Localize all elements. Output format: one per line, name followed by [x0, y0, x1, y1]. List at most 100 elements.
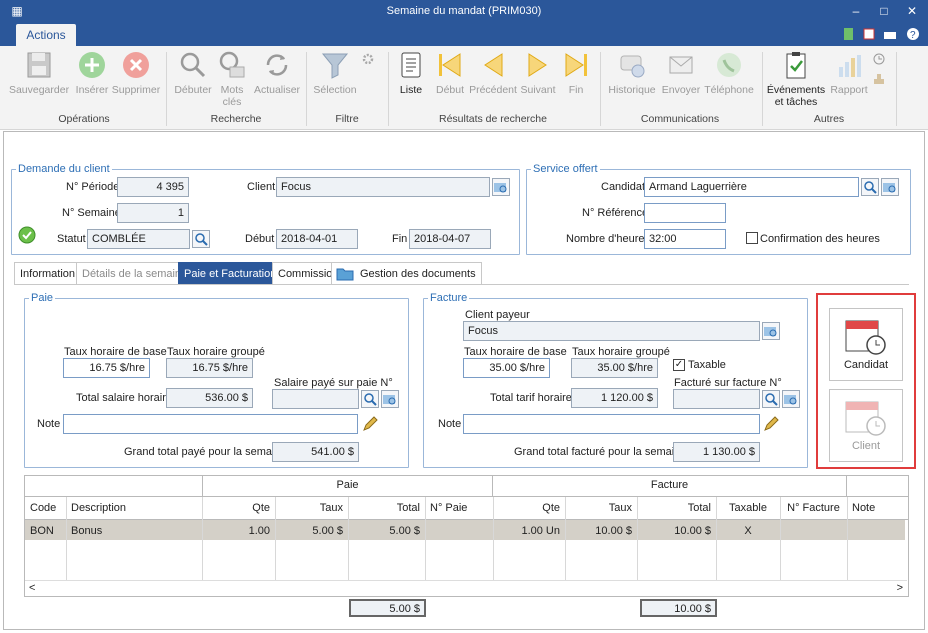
column-divider	[275, 497, 276, 580]
candidate-field[interactable]: Armand Laguerrière	[644, 177, 859, 197]
table-cell: 5.00 $	[389, 525, 420, 537]
column-header: Taxable	[729, 502, 767, 514]
invoice-legend: Facture	[428, 292, 470, 304]
week-field[interactable]: 1	[117, 203, 189, 223]
window-title: Semaine du mandat (PRIM030)	[386, 5, 542, 17]
history-button[interactable]: Historique	[606, 50, 658, 96]
clock-icon[interactable]	[872, 52, 886, 66]
pay-grand-total-field[interactable]: 541.00 $	[272, 442, 359, 462]
selection-button[interactable]: Sélection	[310, 50, 360, 96]
pay-paid-on-field[interactable]	[272, 389, 359, 409]
period-field[interactable]: 4 395	[117, 177, 189, 197]
history-chat-icon	[620, 55, 645, 78]
gear-icon[interactable]	[361, 52, 375, 66]
calendar-icon	[863, 28, 875, 40]
column-divider	[637, 497, 638, 580]
payer-field[interactable]: Focus	[463, 321, 760, 341]
events-tasks-button[interactable]: Événements et tâches	[766, 50, 826, 108]
confirm-hours-checkbox[interactable]	[746, 232, 758, 244]
hours-field[interactable]: 32:00	[644, 229, 726, 249]
status-field[interactable]: COMBLÉE	[87, 229, 190, 249]
phone-button[interactable]: Téléphone	[700, 50, 758, 96]
candidate-lookup-button[interactable]	[881, 178, 899, 196]
send-button[interactable]: Envoyer	[660, 50, 702, 96]
invoice-note-label: Note	[438, 418, 462, 430]
client-field[interactable]: Focus	[276, 177, 490, 197]
title-bar: Semaine du mandat (PRIM030) ▦ – □ ✕	[0, 0, 928, 22]
tab-baseline	[14, 284, 909, 285]
client-tile-button[interactable]: Client	[829, 389, 903, 462]
payer-lookup-button[interactable]	[762, 322, 780, 340]
tab-actions[interactable]: Actions	[16, 24, 76, 46]
delete-button[interactable]: Supprimer	[110, 50, 162, 96]
pay-group-rate-field[interactable]: 16.75 $/hre	[166, 358, 253, 378]
end-date-field[interactable]: 2018-04-07	[409, 229, 491, 249]
tab-information[interactable]: Information	[14, 262, 82, 284]
pay-note-field[interactable]	[63, 414, 358, 434]
start-search-button[interactable]: Débuter	[172, 50, 214, 96]
service-legend: Service offert	[531, 163, 600, 175]
report-button[interactable]: Rapport	[828, 50, 870, 96]
close-button[interactable]: ✕	[898, 0, 926, 22]
column-divider	[565, 497, 566, 580]
start-date-field[interactable]: 2018-04-01	[276, 229, 358, 249]
stamp-icon[interactable]	[872, 72, 886, 86]
billed-on-search-button[interactable]	[762, 390, 780, 408]
column-divider	[202, 497, 203, 580]
previous-arrow-icon	[484, 53, 503, 77]
delete-icon	[123, 52, 149, 78]
minimize-button[interactable]: –	[842, 0, 870, 22]
invoice-note-field[interactable]	[463, 414, 760, 434]
candidate-tile-button[interactable]: Candidat	[829, 308, 903, 381]
pencil-icon[interactable]	[762, 415, 780, 433]
reference-field[interactable]	[644, 203, 726, 223]
billed-on-field[interactable]	[673, 389, 760, 409]
tab-pay-billing[interactable]: Paie et Facturation	[178, 262, 283, 284]
insert-button[interactable]: Insérer	[72, 50, 112, 96]
invoice-total-field[interactable]: 1 120.00 $	[571, 388, 658, 408]
calendar-clock-icon	[845, 401, 886, 436]
status-check-icon	[18, 226, 36, 244]
pay-total-footer: 5.00 $	[349, 599, 426, 617]
pay-base-rate-field[interactable]: 16.75 $/hre	[63, 358, 150, 378]
invoice-group-rate-field[interactable]: 35.00 $/hre	[571, 358, 658, 378]
refresh-button[interactable]: Actualiser	[252, 50, 302, 96]
pay-paid-on-lookup-button[interactable]	[381, 390, 399, 408]
magnifier-icon	[364, 393, 377, 406]
tab-document-management[interactable]: Gestion des documents	[331, 262, 482, 284]
pay-group-rate-label: Taux horaire groupé	[167, 346, 265, 358]
table-cell: 10.00 $	[595, 525, 632, 537]
pencil-icon[interactable]	[361, 415, 379, 433]
pay-legend: Paie	[29, 292, 56, 304]
phone-icon	[717, 53, 741, 77]
column-divider	[716, 497, 717, 580]
last-button[interactable]: Fin	[558, 50, 594, 96]
first-button[interactable]: Début	[432, 50, 468, 96]
magnifier-icon	[195, 233, 208, 246]
tab-week-details[interactable]: Détails de la semaine	[76, 262, 194, 284]
next-button[interactable]: Suivant	[518, 50, 558, 96]
invoice-base-rate-field[interactable]: 35.00 $/hre	[463, 358, 550, 378]
list-button[interactable]: Liste	[394, 50, 428, 96]
folder-search-icon	[784, 395, 797, 405]
save-button[interactable]: Sauvegarder	[8, 50, 70, 96]
candidate-search-button[interactable]	[861, 178, 879, 196]
column-header: N° Paie	[430, 502, 468, 514]
invoice-grand-total-field[interactable]: 1 130.00 $	[673, 442, 760, 462]
horizontal-scrollbar[interactable]: < >	[25, 580, 907, 596]
table-group-invoice: Facture	[493, 475, 847, 496]
group-label-search: Recherche	[210, 113, 262, 125]
maximize-button[interactable]: □	[870, 0, 898, 22]
invoice-group-rate-label: Taux horaire groupé	[572, 346, 670, 358]
folder-search-icon	[764, 327, 777, 337]
pay-total-field[interactable]: 536.00 $	[166, 388, 253, 408]
keywords-button[interactable]: Mots clés	[214, 50, 250, 108]
pay-paid-on-search-button[interactable]	[361, 390, 379, 408]
folder-search-icon	[494, 183, 507, 193]
reference-label: N° Référence	[582, 207, 649, 219]
client-lookup-button[interactable]	[492, 178, 510, 196]
billed-on-lookup-button[interactable]	[782, 390, 800, 408]
previous-button[interactable]: Précédent	[468, 50, 518, 96]
status-search-button[interactable]	[192, 230, 210, 248]
taxable-checkbox[interactable]: ✓	[673, 359, 685, 371]
